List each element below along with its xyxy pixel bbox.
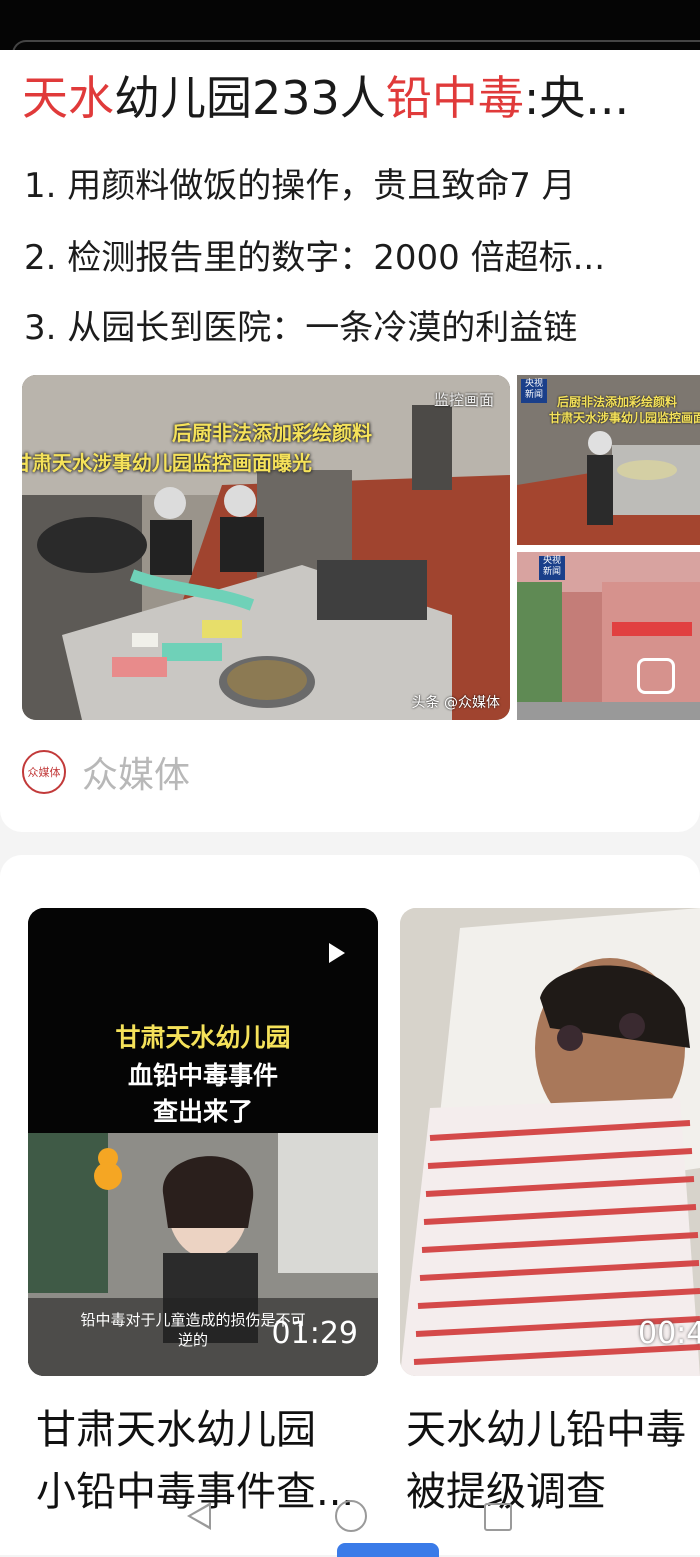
monitor-tag: 监控画面 <box>433 391 494 409</box>
headline-keyword-2: 铅中毒 <box>385 71 524 125</box>
article-side-image-1[interactable]: 央视新闻 后厨非法添加彩绘颜料 甘肃天水涉事幼儿园监控画面 <box>517 375 700 545</box>
main-image-overlay-1: 后厨非法添加彩绘颜料 <box>172 421 372 445</box>
headline-text-2: :央... <box>523 71 630 125</box>
video-2-scene <box>400 908 700 1376</box>
article-side-image-2[interactable]: 央视新闻 <box>517 552 700 720</box>
headline-text-1: 幼儿园233人 <box>114 71 386 125</box>
article-main-image[interactable]: 后厨非法添加彩绘颜料 甘肃天水涉事幼儿园监控画面曝光 监控画面 头条 @众媒体 <box>22 375 510 720</box>
video-1-overlay-1: 甘肃天水幼儿园 <box>115 1023 291 1052</box>
home-circle-icon[interactable] <box>335 1500 367 1532</box>
video-1-title-line-1[interactable]: 甘肃天水幼儿园 <box>36 1400 376 1460</box>
article-source[interactable]: 众媒体 众媒体 <box>22 742 190 802</box>
video-1-overlay-2: 血铅中毒事件 <box>127 1061 278 1090</box>
video-2-title-line-2[interactable]: 被提级调查 <box>406 1462 700 1522</box>
article-point-2[interactable]: 2. 检测报告里的数字：2000 倍超标... <box>24 232 700 284</box>
source-name: 众媒体 <box>82 755 191 796</box>
side-image-overlay-2: 甘肃天水涉事幼儿园监控画面 <box>549 411 700 425</box>
video-1-scene <box>28 908 378 1376</box>
video-thumbnail-2[interactable]: 00:4 <box>400 908 700 1376</box>
video-2-title-line-1[interactable]: 天水幼儿铅中毒 <box>406 1400 700 1460</box>
side-image-overlay-1: 后厨非法添加彩绘颜料 <box>557 395 678 409</box>
video-1-duration: 01:29 <box>271 1316 358 1351</box>
article-point-1[interactable]: 1. 用颜料做饭的操作，贵且致命7 月 <box>24 160 700 212</box>
video-1-overlay-3: 查出来了 <box>152 1097 253 1126</box>
video-thumbnail-1[interactable]: 甘肃天水幼儿园 血铅中毒事件 查出来了 铅中毒对于儿童造成的损伤是不可逆的 01… <box>28 908 378 1376</box>
video-2-duration: 00:4 <box>638 1316 700 1351</box>
headline-keyword-1: 天水 <box>22 71 114 125</box>
gallery-icon[interactable] <box>637 658 675 694</box>
cctv-badge-2: 央视新闻 <box>539 556 565 580</box>
play-icon[interactable] <box>329 943 345 963</box>
main-image-overlay-2: 甘肃天水涉事幼儿园监控画面曝光 <box>22 451 312 475</box>
article-point-3[interactable]: 3. 从园长到医院：一条冷漠的利益链 <box>24 302 700 354</box>
source-logo-icon: 众媒体 <box>22 750 66 794</box>
recent-square-icon[interactable] <box>484 1503 512 1531</box>
cctv-badge: 央视新闻 <box>521 379 547 403</box>
back-triangle-inner <box>191 1506 209 1526</box>
image-watermark: 头条 @众媒体 <box>411 695 500 711</box>
article-headline[interactable]: 天水幼儿园233人铅中毒:央... <box>22 68 700 128</box>
